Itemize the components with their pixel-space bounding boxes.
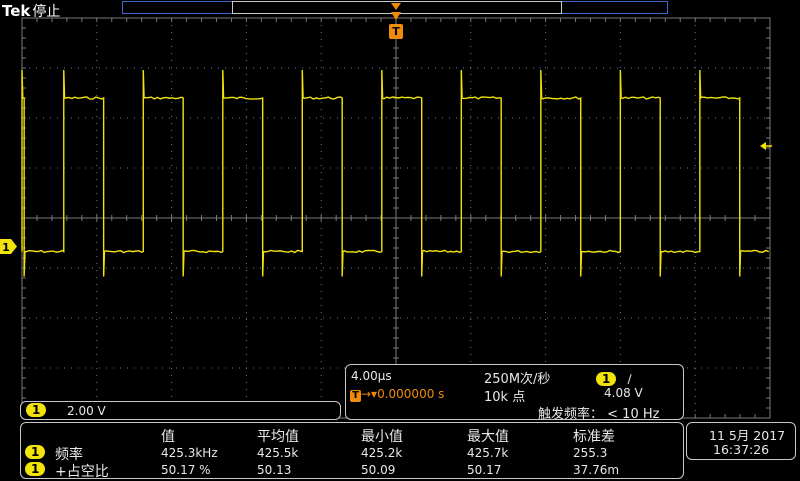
meas-max: 425.7k — [467, 446, 509, 460]
meas-value: 50.17 % — [161, 463, 211, 477]
meas-mean: 425.5k — [257, 446, 299, 460]
ch1-ground-marker[interactable]: 1 — [0, 239, 18, 254]
col-header-value: 值 — [161, 429, 175, 445]
time-per-div: 4.00µs — [351, 369, 392, 383]
meas-channel-badge: 1 — [25, 445, 46, 459]
acquisition-status: 停止 — [32, 4, 61, 20]
ch1-waveform — [21, 69, 769, 277]
meas-min: 50.09 — [361, 463, 396, 477]
ch1-marker-label: 1 — [2, 241, 10, 254]
col-header-stddev: 标准差 — [573, 429, 615, 445]
trigger-level: 4.08 V — [604, 386, 643, 400]
ch1-volts-per-div: 2.00 V — [67, 404, 106, 418]
trigger-source-badge: 1 — [596, 372, 617, 386]
grid — [21, 17, 771, 419]
meas-min: 425.2k — [361, 446, 403, 460]
time-display: 16:37:26 — [713, 442, 770, 457]
col-header-max: 最大值 — [467, 429, 509, 445]
trigger-position-value: 0.000000 s — [377, 387, 445, 401]
meas-label: +占空比 — [55, 464, 109, 480]
col-header-min: 最小值 — [361, 429, 403, 445]
datetime-panel[interactable]: 11 5月 2017 16:37:26 — [686, 422, 796, 460]
col-header-mean: 平均值 — [257, 429, 299, 445]
sample-rate: 250M次/秒 — [484, 372, 551, 387]
trigger-position-arrow-icon[interactable] — [389, 1, 403, 23]
trigger-arrow-icon: →▾ — [361, 387, 378, 401]
trigger-marker[interactable]: T — [389, 24, 403, 39]
ch1-trace — [21, 69, 769, 277]
trigger-rate: 触发频率： < 10 Hz — [538, 403, 659, 422]
measurement-row-frequency[interactable]: 1 频率 425.3kHz 425.5k 425.2k 425.7k 255.3 — [25, 444, 675, 463]
record-length: 10k 点 — [484, 390, 526, 405]
trigger-slope-icon: ∕ — [627, 372, 632, 386]
trigger-rate-label: 触发频率： — [538, 407, 604, 422]
trigger-t-icon: T — [350, 390, 361, 402]
horizontal-trigger-panel[interactable]: 4.00µs T →▾0.000000 s 250M次/秒 10k 点 1 ∕ 4… — [345, 364, 684, 422]
meas-stddev: 255.3 — [573, 446, 608, 460]
brand-status: Tek 停止 — [2, 1, 60, 21]
ch1-badge: 1 — [26, 403, 47, 417]
trigger-rate-value: < 10 Hz — [607, 407, 660, 422]
measurement-row-duty-cycle[interactable]: 1 +占空比 50.17 % 50.13 50.09 50.17 37.76m — [25, 461, 675, 480]
brand-logo: Tek — [2, 2, 31, 20]
meas-stddev: 37.76m — [573, 463, 620, 477]
trigger-level-arrow-icon[interactable] — [760, 140, 772, 152]
trigger-source: 1 ∕ — [596, 368, 632, 387]
meas-max: 50.17 — [467, 463, 502, 477]
meas-channel-badge: 1 — [25, 462, 46, 476]
vertical-panel[interactable]: 1 2.00 V — [20, 401, 341, 420]
trigger-position: T →▾0.000000 s — [350, 387, 444, 402]
meas-value: 425.3kHz — [161, 446, 218, 460]
meas-mean: 50.13 — [257, 463, 292, 477]
measurement-panel[interactable]: 值 平均值 最小值 最大值 标准差 1 频率 425.3kHz 425.5k 4… — [20, 422, 684, 480]
